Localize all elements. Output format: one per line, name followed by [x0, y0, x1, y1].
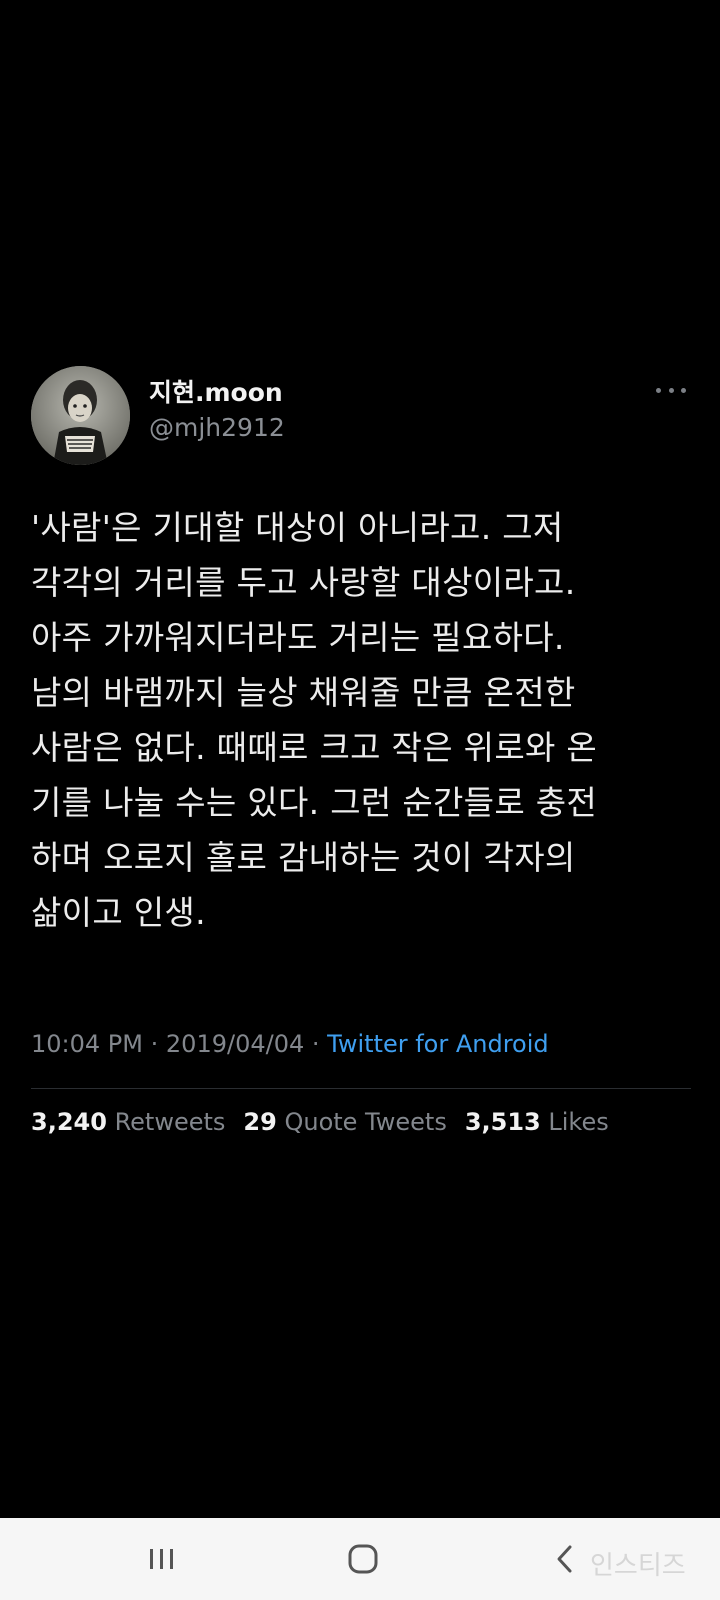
- user-names: 지현.moon @mjh2912: [149, 378, 285, 443]
- retweets-label: Retweets: [114, 1108, 226, 1136]
- tweet-source-link[interactable]: Twitter for Android: [327, 1030, 548, 1058]
- avatar[interactable]: [31, 366, 130, 465]
- tweet-text-line: 아주 가까워지더라도 거리는 필요하다.: [31, 618, 565, 657]
- watermark-text: 인스티즈: [590, 1551, 686, 1581]
- quote-tweets-label: Quote Tweets: [284, 1108, 447, 1136]
- retweets-count: 3,240: [31, 1108, 107, 1136]
- tweet-text: '사람'은 기대할 대상이 아니라고. 그저 각각의 거리를 두고 사랑할 대상…: [31, 500, 696, 940]
- user-handle[interactable]: @mjh2912: [149, 413, 285, 443]
- avatar-photo: [31, 366, 130, 465]
- tweet-text-line: 하며 오로지 홀로 감내하는 것이 각자의: [31, 838, 576, 877]
- tweet-text-line: 기를 나눌 수는 있다. 그런 순간들로 충전: [31, 783, 598, 822]
- tweet-time: 10:04 PM: [31, 1030, 143, 1058]
- screen: 지현.moon @mjh2912 '사람'은 기대할 대상이 아니라고. 그저 …: [0, 0, 720, 1600]
- tweet-metadata: 10:04 PM · 2019/04/04 · Twitter for Andr…: [31, 1030, 549, 1058]
- display-name[interactable]: 지현.moon: [149, 378, 285, 408]
- system-navigation-bar: 인스티즈: [0, 1518, 720, 1600]
- more-horizontal-icon[interactable]: [656, 384, 686, 396]
- quote-tweets-stat[interactable]: 29 Quote Tweets: [243, 1108, 446, 1136]
- likes-label: Likes: [548, 1108, 609, 1136]
- home-icon[interactable]: [323, 1518, 403, 1600]
- tweet-text-line: 각각의 거리를 두고 사랑할 대상이라고.: [31, 563, 576, 602]
- tweet-date: 2019/04/04: [165, 1030, 305, 1058]
- likes-stat[interactable]: 3,513 Likes: [465, 1108, 609, 1136]
- divider: [31, 1088, 691, 1089]
- tweet-text-line: '사람'은 기대할 대상이 아니라고. 그저: [31, 508, 564, 547]
- recent-apps-icon[interactable]: [122, 1518, 202, 1600]
- separator: ·: [150, 1030, 159, 1058]
- likes-count: 3,513: [464, 1108, 541, 1136]
- separator: ·: [311, 1030, 320, 1058]
- tweet-text-line: 사람은 없다. 때때로 크고 작은 위로와 온: [31, 728, 598, 767]
- tweet-text-line: 삶이고 인생.: [31, 893, 206, 932]
- quote-tweets-count: 29: [243, 1108, 277, 1136]
- tweet-text-line: 남의 바램까지 늘상 채워줄 만큼 온전한: [31, 673, 576, 712]
- tweet-header: 지현.moon @mjh2912: [31, 366, 691, 466]
- retweets-stat[interactable]: 3,240 Retweets: [31, 1108, 225, 1136]
- engagement-stats: 3,240 Retweets 29 Quote Tweets 3,513 Likes: [31, 1108, 609, 1136]
